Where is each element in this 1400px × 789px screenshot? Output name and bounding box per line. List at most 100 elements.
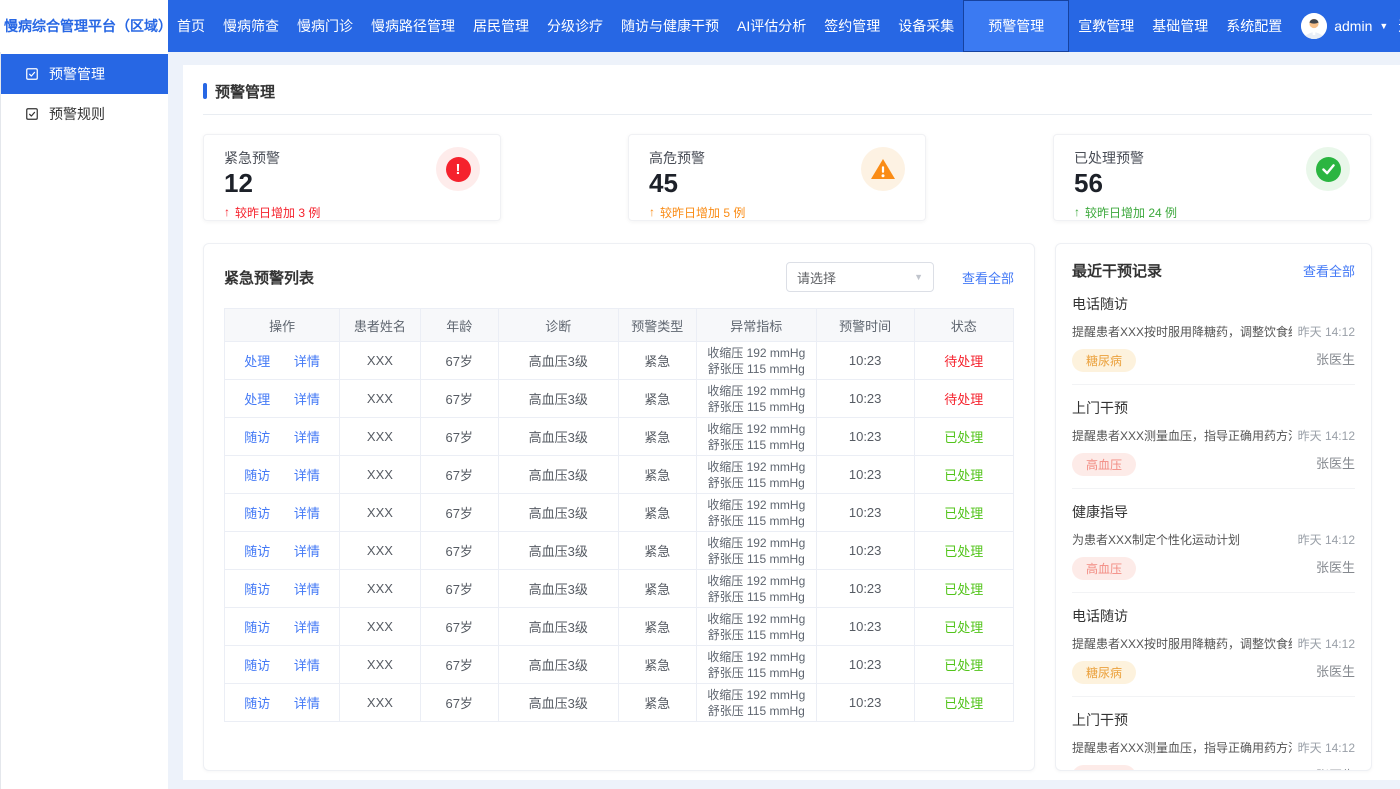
indicator-line1-4: 收缩压 192 mmHg bbox=[701, 497, 812, 513]
sidebar: 预警管理 预警规则 bbox=[0, 52, 168, 789]
alert-type-cell-6: 紧急 bbox=[618, 570, 696, 608]
nav-tab-5[interactable]: 分级诊疗 bbox=[538, 0, 612, 52]
handle-link-7[interactable]: 随访 bbox=[244, 620, 270, 635]
detail-link-9[interactable]: 详情 bbox=[294, 696, 320, 711]
alert-table-title: 紧急预警列表 bbox=[224, 267, 314, 288]
nav-tab-9[interactable]: 设备采集 bbox=[889, 0, 963, 52]
nav-tab-8[interactable]: 签约管理 bbox=[815, 0, 889, 52]
status-text-9: 已处理 bbox=[944, 696, 983, 711]
table-row-7: 随访 详情 XXX 67岁 高血压3级 紧急 收缩压 192 mmHg bbox=[225, 608, 1014, 646]
nav-tab-4[interactable]: 居民管理 bbox=[464, 0, 538, 52]
status-cell-2: 已处理 bbox=[914, 418, 1013, 456]
patient-name-cell-5: XXX bbox=[340, 532, 420, 570]
detail-link-0[interactable]: 详情 bbox=[294, 354, 320, 369]
indicator-cell-2: 收缩压 192 mmHg 舒张压 115 mmHg bbox=[696, 418, 816, 456]
nav-tab-10[interactable]: 预警管理 bbox=[963, 0, 1069, 52]
alert-type-cell-8: 紧急 bbox=[618, 646, 696, 684]
detail-link-3[interactable]: 详情 bbox=[294, 468, 320, 483]
nav-tab-0[interactable]: 首页 bbox=[168, 0, 214, 52]
indicator-line1-0: 收缩压 192 mmHg bbox=[701, 345, 812, 361]
nav-tab-12[interactable]: 基础管理 bbox=[1143, 0, 1217, 52]
status-cell-9: 已处理 bbox=[914, 684, 1013, 722]
handle-link-3[interactable]: 随访 bbox=[244, 468, 270, 483]
alert-type-cell-7: 紧急 bbox=[618, 608, 696, 646]
indicator-line1-6: 收缩压 192 mmHg bbox=[701, 573, 812, 589]
dropdown-caret-icon: ▼ bbox=[914, 272, 923, 282]
column-header-1: 患者姓名 bbox=[340, 309, 420, 342]
handle-link-2[interactable]: 随访 bbox=[244, 430, 270, 445]
age-cell-1: 67岁 bbox=[420, 380, 498, 418]
nav-tab-13[interactable]: 系统配置 bbox=[1217, 0, 1291, 52]
detail-link-1[interactable]: 详情 bbox=[294, 392, 320, 407]
age-cell-7: 67岁 bbox=[420, 608, 498, 646]
record-item-2: 健康指导 为患者XXX制定个性化运动计划 昨天 14:12 高血压 张医生 bbox=[1072, 489, 1355, 593]
handle-link-6[interactable]: 随访 bbox=[244, 582, 270, 597]
indicator-line2-1: 舒张压 115 mmHg bbox=[701, 399, 812, 415]
records-card: 最近干预记录 查看全部 电话随访 提醒患者XXX按时服用降糖药，调整饮食结构 昨… bbox=[1055, 243, 1372, 771]
record-time-1: 昨天 14:12 bbox=[1298, 427, 1355, 444]
sidebar-item-1[interactable]: 预警规则 bbox=[1, 94, 168, 134]
status-text-5: 已处理 bbox=[944, 544, 983, 559]
status-cell-6: 已处理 bbox=[914, 570, 1013, 608]
status-text-3: 已处理 bbox=[944, 468, 983, 483]
handle-link-0[interactable]: 处理 bbox=[244, 354, 270, 369]
detail-link-2[interactable]: 详情 bbox=[294, 430, 320, 445]
detail-link-6[interactable]: 详情 bbox=[294, 582, 320, 597]
record-doctor-2: 张医生 bbox=[1316, 557, 1355, 576]
handle-link-1[interactable]: 处理 bbox=[244, 392, 270, 407]
detail-link-8[interactable]: 详情 bbox=[294, 658, 320, 673]
status-text-0: 待处理 bbox=[944, 354, 983, 369]
records-view-all-link[interactable]: 查看全部 bbox=[1303, 261, 1355, 280]
nav-tab-2[interactable]: 慢病门诊 bbox=[288, 0, 362, 52]
diagnosis-cell-0: 高血压3级 bbox=[498, 342, 618, 380]
indicator-cell-9: 收缩压 192 mmHg 舒张压 115 mmHg bbox=[696, 684, 816, 722]
alert-circle-icon: ! bbox=[436, 147, 480, 191]
status-cell-7: 已处理 bbox=[914, 608, 1013, 646]
stat-delta-text: 较昨日增加 3 例 bbox=[235, 204, 320, 221]
detail-link-5[interactable]: 详情 bbox=[294, 544, 320, 559]
record-item-1: 上门干预 提醒患者XXX测量血压，指导正确用药方法 昨天 14:12 高血压 张… bbox=[1072, 385, 1355, 489]
column-header-5: 异常指标 bbox=[696, 309, 816, 342]
indicator-cell-8: 收缩压 192 mmHg 舒张压 115 mmHg bbox=[696, 646, 816, 684]
table-row-0: 处理 详情 XXX 67岁 高血压3级 紧急 收缩压 192 mmHg bbox=[225, 342, 1014, 380]
alert-type-cell-3: 紧急 bbox=[618, 456, 696, 494]
record-tag-4: 高血压 bbox=[1072, 765, 1136, 771]
nav-tab-3[interactable]: 慢病路径管理 bbox=[362, 0, 464, 52]
nav-tab-11[interactable]: 宣教管理 bbox=[1069, 0, 1143, 52]
handle-link-8[interactable]: 随访 bbox=[244, 658, 270, 673]
alert-type-cell-5: 紧急 bbox=[618, 532, 696, 570]
patient-name-cell-1: XXX bbox=[340, 380, 420, 418]
record-tag-0: 糖尿病 bbox=[1072, 349, 1136, 372]
view-all-link[interactable]: 查看全部 bbox=[962, 268, 1014, 287]
detail-link-7[interactable]: 详情 bbox=[294, 620, 320, 635]
alert-table-card: 紧急预警列表 请选择 ▼ 查看全部 bbox=[203, 243, 1035, 771]
indicator-line2-3: 舒张压 115 mmHg bbox=[701, 475, 812, 491]
handle-link-4[interactable]: 随访 bbox=[244, 506, 270, 521]
alert-time-cell-6: 10:23 bbox=[816, 570, 914, 608]
chevron-down-icon[interactable]: ▼ bbox=[1379, 21, 1388, 31]
alert-type-cell-4: 紧急 bbox=[618, 494, 696, 532]
handle-link-5[interactable]: 随访 bbox=[244, 544, 270, 559]
main-area: 预警管理 紧急预警 12 ↑ 较昨日增加 3 例 ! 高危预警 bbox=[183, 52, 1400, 789]
detail-link-4[interactable]: 详情 bbox=[294, 506, 320, 521]
age-cell-3: 67岁 bbox=[420, 456, 498, 494]
nav-tab-6[interactable]: 随访与健康干预 bbox=[612, 0, 728, 52]
indicator-cell-5: 收缩压 192 mmHg 舒张压 115 mmHg bbox=[696, 532, 816, 570]
records-title: 最近干预记录 bbox=[1072, 260, 1162, 281]
filter-select[interactable]: 请选择 ▼ bbox=[786, 262, 934, 292]
handle-link-9[interactable]: 随访 bbox=[244, 696, 270, 711]
record-desc-2: 为患者XXX制定个性化运动计划 bbox=[1072, 531, 1292, 548]
indicator-cell-0: 收缩压 192 mmHg 舒张压 115 mmHg bbox=[696, 342, 816, 380]
user-avatar[interactable] bbox=[1301, 13, 1327, 39]
user-name[interactable]: admin bbox=[1334, 18, 1372, 34]
nav-tab-7[interactable]: AI评估分析 bbox=[728, 0, 815, 52]
age-cell-2: 67岁 bbox=[420, 418, 498, 456]
alert-time-cell-5: 10:23 bbox=[816, 532, 914, 570]
alert-time-cell-9: 10:23 bbox=[816, 684, 914, 722]
alert-time-cell-4: 10:23 bbox=[816, 494, 914, 532]
indicator-cell-1: 收缩压 192 mmHg 舒张压 115 mmHg bbox=[696, 380, 816, 418]
sidebar-item-0[interactable]: 预警管理 bbox=[1, 54, 168, 94]
record-doctor-0: 张医生 bbox=[1316, 349, 1355, 368]
nav-tab-1[interactable]: 慢病筛查 bbox=[214, 0, 288, 52]
stat-card-handled: 已处理预警 56 ↑ 较昨日增加 24 例 bbox=[1053, 134, 1371, 221]
